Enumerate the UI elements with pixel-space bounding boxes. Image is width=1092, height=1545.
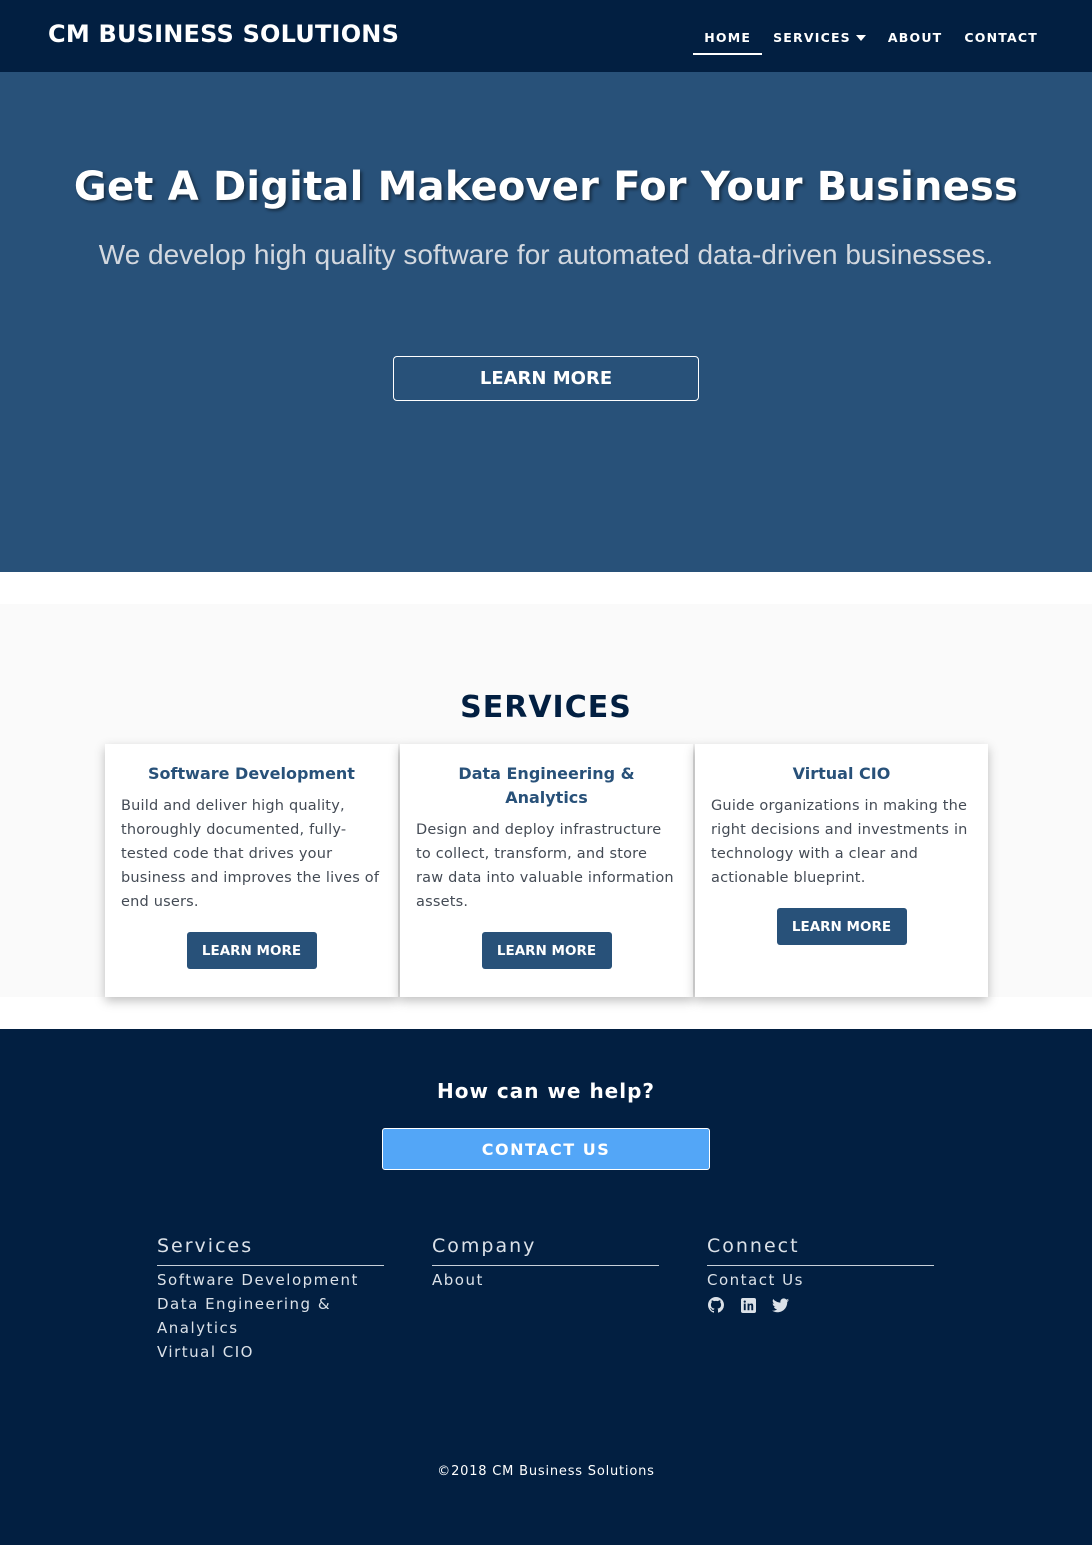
cio-learn-more-button[interactable]: LEARN MORE [776,908,907,945]
footer: How can we help? CONTACT US Services Sof… [0,1029,1092,1545]
hero-subtitle: We develop high quality software for aut… [98,239,994,270]
footer-link-data-engineering[interactable]: Data Engineering & Analytics [157,1292,384,1340]
software-learn-more-button[interactable]: LEARN MORE [186,932,317,969]
footer-column-title: Connect [707,1235,934,1266]
card-title: Software Development [148,764,355,783]
nav-about[interactable]: ABOUT [877,22,954,53]
contact-us-button[interactable]: CONTACT US [382,1128,710,1170]
hero-learn-more-button[interactable]: LEARN MORE [393,356,699,401]
nav-home-label: HOME [704,30,752,45]
footer-link-software-development[interactable]: Software Development [157,1268,384,1292]
footer-link-about[interactable]: About [432,1268,659,1292]
nav-contact[interactable]: CONTACT [953,22,1049,53]
social-links [707,1296,934,1314]
help-heading: How can we help? [436,1079,656,1103]
nav-services-label: SERVICES [773,30,851,45]
top-navbar: CM BUSINESS SOLUTIONS HOME SERVICES ABOU… [0,0,1092,72]
service-card-software-development: Software Development Build and deliver h… [105,744,398,997]
footer-column-services: Services Software Development Data Engin… [157,1235,384,1364]
footer-column-title: Services [157,1235,384,1266]
github-icon[interactable] [707,1296,725,1314]
card-title: Virtual CIO [792,764,891,783]
nav-about-label: ABOUT [887,30,943,45]
brand-logo[interactable]: CM BUSINESS SOLUTIONS [48,20,399,48]
footer-link-virtual-cio[interactable]: Virtual CIO [157,1340,384,1364]
hero-title: Get A Digital Makeover For Your Business [73,164,1019,210]
service-card-data-engineering: Data Engineering & Analytics Design and … [400,744,693,997]
footer-column-title: Company [432,1235,659,1266]
footer-link-contact-us[interactable]: Contact Us [707,1268,934,1292]
data-learn-more-button[interactable]: LEARN MORE [481,932,612,969]
caret-down-icon [855,34,866,41]
nav-contact-label: CONTACT [964,30,1038,45]
card-title: Data Engineering & Analytics [458,764,635,807]
card-text: Build and deliver high quality, thorough… [121,798,380,910]
linkedin-icon[interactable] [739,1296,757,1314]
nav-home[interactable]: HOME [693,22,763,55]
copyright: ©2018 CM Business Solutions [437,1464,655,1479]
card-text: Design and deploy infrastructure to coll… [416,822,674,910]
service-card-virtual-cio: Virtual CIO Guide organizations in makin… [695,744,988,997]
card-text: Guide organizations in making the right … [711,798,968,886]
nav-services-dropdown[interactable]: SERVICES [762,22,877,53]
services-heading: SERVICES [460,690,632,725]
footer-column-connect: Connect Contact Us [707,1235,934,1314]
footer-column-company: Company About [432,1235,659,1292]
nav-links: HOME SERVICES ABOUT CONTACT [693,22,1049,55]
twitter-icon[interactable] [771,1296,789,1314]
hero-section: Get A Digital Makeover For Your Business… [0,72,1092,572]
